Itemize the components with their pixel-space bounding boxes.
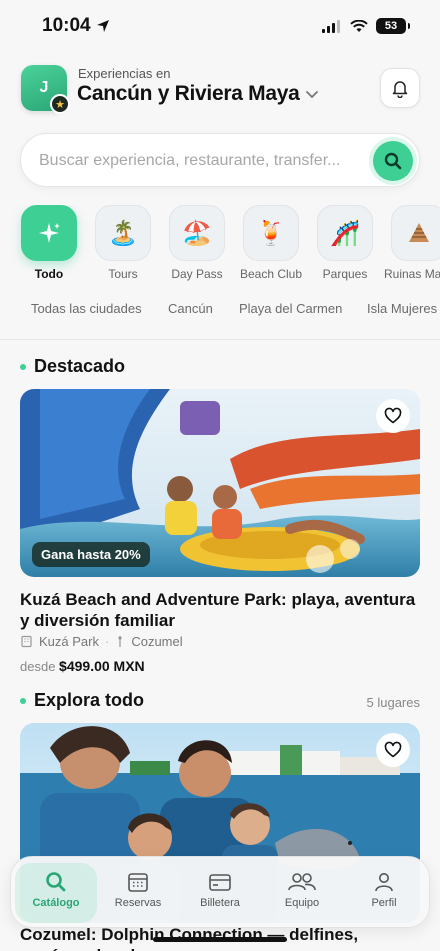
building-icon [21, 635, 32, 648]
bottom-tab-bar: Catálogo Reservas Billetera Equipo Perfi… [10, 856, 430, 928]
city-chip-cancun[interactable]: Cancún [168, 301, 213, 316]
explore-section-title: Explora todo [20, 690, 144, 711]
heart-icon [384, 407, 402, 424]
wifi-icon [350, 19, 368, 32]
promo-badge: Gana hasta 20% [32, 542, 150, 567]
location-arrow-icon [96, 20, 109, 32]
roller-coaster-icon: 🎢 [317, 205, 373, 261]
search-bar [20, 133, 420, 187]
section-dot-icon [20, 363, 26, 370]
city-name: Cozumel [131, 634, 183, 649]
featured-card-image[interactable]: Gana hasta 20% [20, 389, 420, 577]
tab-equipo[interactable]: Equipo [261, 863, 343, 923]
sparkles-icon [21, 205, 77, 261]
tab-reservas[interactable]: Reservas [97, 863, 179, 923]
provider-name: Kuzá Park [39, 634, 99, 649]
category-row: Todo 🏝️ Tours 🏖️ Day Pass 🍹 Beach Club 🎢… [0, 205, 440, 285]
beach-umbrella-icon: 🏖️ [169, 205, 225, 261]
meta-separator: · [104, 634, 110, 649]
search-input[interactable] [39, 148, 359, 174]
location-subtitle: Experiencias en [78, 66, 171, 81]
featured-section-title: Destacado [20, 356, 125, 377]
favorite-button[interactable] [376, 399, 410, 433]
bell-icon [392, 81, 408, 98]
user-icon [375, 873, 393, 892]
price-value: $499.00 MXN [59, 658, 145, 674]
calendar-icon [128, 873, 148, 892]
home-indicator[interactable] [153, 937, 287, 942]
clock-label: 10:04 [42, 15, 91, 36]
featured-card-title[interactable]: Kuzá Beach and Adventure Park: playa, av… [20, 589, 420, 631]
category-day-pass[interactable]: 🏖️ Day Pass [162, 205, 232, 281]
section-title-text: Explora todo [34, 690, 145, 710]
category-label: Ruinas Mayas [384, 267, 440, 281]
city-chip-todas[interactable]: Todas las ciudades [31, 301, 142, 316]
star-badge-icon: ★ [50, 94, 70, 114]
favorite-button[interactable] [376, 733, 410, 767]
tab-label: Perfil [371, 897, 397, 909]
tab-label: Catálogo [32, 897, 80, 909]
category-label: Day Pass [171, 267, 223, 281]
category-label: Todo [34, 267, 64, 281]
location-name: Cancún y Riviera Maya [77, 82, 300, 105]
category-label: Beach Club [239, 267, 303, 281]
status-bar: 10:04 53 [0, 0, 440, 52]
status-time: 10:04 [42, 15, 110, 37]
divider [0, 339, 440, 340]
cellular-signal-icon [322, 19, 340, 33]
featured-card-meta: Kuzá Park · Cozumel [20, 634, 183, 649]
cocktail-icon: 🍹 [243, 205, 299, 261]
city-chip-playa-del-carmen[interactable]: Playa del Carmen [239, 301, 342, 316]
tab-label: Equipo [284, 897, 320, 909]
city-chip-isla-mujeres[interactable]: Isla Mujeres [367, 301, 437, 316]
explore-count: 5 lugares [366, 695, 420, 710]
category-label: Tours [108, 267, 138, 281]
header: J ★ Experiencias en Cancún y Riviera May… [0, 62, 440, 118]
location-selector[interactable]: Cancún y Riviera Maya [77, 82, 319, 106]
tab-catalogo[interactable]: Catálogo [15, 863, 97, 923]
featured-card-price: desde $499.00 MXN [20, 658, 145, 674]
pyramid-icon [391, 205, 440, 261]
section-title-text: Destacado [34, 356, 126, 376]
island-icon: 🏝️ [95, 205, 151, 261]
search-button[interactable] [373, 141, 413, 181]
chevron-down-icon [306, 91, 319, 99]
category-parques[interactable]: 🎢 Parques [310, 205, 380, 281]
search-icon [46, 872, 66, 892]
city-filter-row: Todas las ciudades Cancún Playa del Carm… [0, 298, 440, 322]
team-icon [288, 873, 316, 891]
heart-icon [384, 741, 402, 758]
tab-label: Reservas [114, 897, 162, 909]
tab-perfil[interactable]: Perfil [343, 863, 425, 923]
category-label: Parques [322, 267, 368, 281]
category-tours[interactable]: 🏝️ Tours [88, 205, 158, 281]
tab-label: Billetera [200, 897, 240, 909]
search-icon [384, 152, 402, 170]
price-prefix: desde [20, 659, 56, 674]
battery-icon: 53 [376, 18, 410, 34]
category-todo[interactable]: Todo [14, 205, 84, 281]
tab-billetera[interactable]: Billetera [179, 863, 261, 923]
pin-icon [118, 636, 122, 647]
category-beach-club[interactable]: 🍹 Beach Club [236, 205, 306, 281]
notifications-button[interactable] [380, 68, 420, 108]
section-dot-icon [20, 697, 26, 704]
category-ruinas-mayas[interactable]: Ruinas Mayas [384, 205, 440, 281]
wallet-icon [209, 874, 231, 891]
